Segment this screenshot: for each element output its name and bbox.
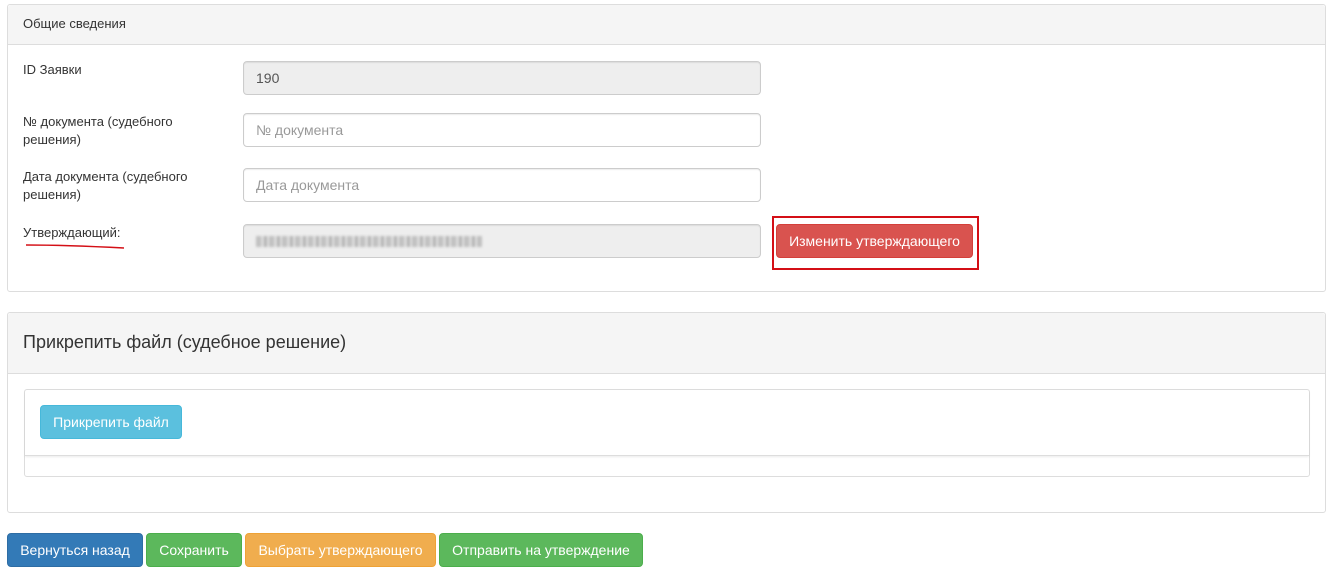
approver-blurred-value [256,236,482,247]
doc-date-input[interactable] [243,168,761,202]
id-label: ID Заявки [23,61,213,79]
save-button[interactable]: Сохранить [146,533,242,567]
attach-file-button[interactable]: Прикрепить файл [40,405,182,439]
attach-file-heading: Прикрепить файл (судебное решение) [8,313,1325,374]
change-approver-button[interactable]: Изменить утверждающего [776,224,973,258]
approver-label: Утверждающий: [23,224,213,242]
doc-number-label: № документа (судебного решения) [23,113,213,149]
red-underline-annotation [25,243,125,249]
back-button[interactable]: Вернуться назад [7,533,143,567]
select-approver-button[interactable]: Выбрать утверждающего [245,533,436,567]
attach-file-panel: Прикрепить файл (судебное решение) Прикр… [7,312,1326,513]
file-list-container: Прикрепить файл [24,389,1310,477]
general-info-heading: Общие сведения [8,5,1325,45]
file-upload-box: Прикрепить файл [25,390,1309,456]
approver-field[interactable] [243,224,761,258]
id-field[interactable] [243,61,761,95]
send-for-approval-button[interactable]: Отправить на утверждение [439,533,643,567]
doc-number-input[interactable] [243,113,761,147]
doc-date-label: Дата документа (судебного решения) [23,168,213,204]
general-info-panel: Общие сведения ID Заявки № документа (су… [7,4,1326,292]
